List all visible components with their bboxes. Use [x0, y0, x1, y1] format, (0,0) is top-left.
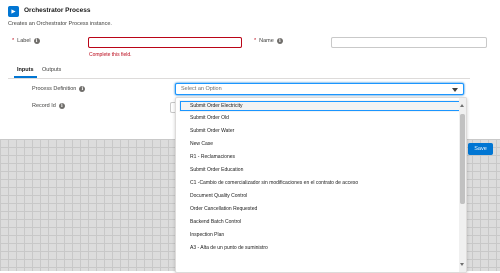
tab-inputs[interactable]: Inputs — [14, 67, 37, 78]
dropdown-option[interactable]: Submit Order Education — [176, 164, 466, 177]
info-icon[interactable]: i — [79, 86, 86, 92]
scroll-down-icon[interactable] — [460, 263, 464, 266]
dropdown-option[interactable]: C1 -Cambio de comercializador sin modifi… — [176, 177, 466, 190]
save-button[interactable]: Save — [468, 143, 493, 155]
select-placeholder: Select an Option — [181, 86, 222, 92]
scroll-up-icon[interactable] — [460, 104, 464, 107]
dropdown-option[interactable]: Backend Batch Control — [176, 216, 466, 229]
tab-bar: Inputs Outputs — [8, 66, 470, 79]
process-definition-dropdown: Submit Order Electricity Submit Order Ol… — [175, 97, 467, 273]
label-field-text: Label — [17, 38, 31, 44]
info-icon[interactable]: i — [58, 103, 65, 109]
dropdown-option[interactable]: A3 - Alta de un punto de suministro — [176, 242, 466, 255]
dropdown-option[interactable]: Submit Order Water — [176, 125, 466, 138]
name-field-label: * Name i — [254, 38, 283, 44]
name-input[interactable] — [331, 37, 487, 48]
dropdown-option[interactable]: Submit Order Old — [176, 112, 466, 125]
dropdown-option[interactable]: Inspection Plan — [176, 229, 466, 242]
chevron-down-icon — [452, 88, 458, 92]
label-error-message: Complete this field. — [89, 52, 132, 58]
info-icon[interactable]: i — [33, 38, 40, 44]
dropdown-option[interactable]: Submit Order Electricity — [179, 100, 463, 112]
panel-subtitle: Creates an Orchestrator Process instance… — [8, 21, 112, 27]
dropdown-scrollbar[interactable] — [459, 98, 466, 272]
tab-outputs[interactable]: Outputs — [39, 67, 64, 78]
dropdown-option[interactable]: New Case — [176, 138, 466, 151]
orchestrator-icon — [8, 6, 19, 17]
required-mark: * — [254, 38, 257, 44]
label-field-label: * Label i — [12, 38, 40, 44]
info-icon[interactable]: i — [276, 38, 283, 44]
dropdown-option[interactable]: R1 - Reclamaciones — [176, 151, 466, 164]
process-definition-text: Process Definition — [32, 86, 77, 92]
dropdown-option[interactable]: Order Cancellation Requested — [176, 203, 466, 216]
record-id-text: Record Id — [32, 103, 56, 109]
process-definition-select[interactable]: Select an Option — [175, 83, 464, 95]
label-input[interactable] — [88, 37, 242, 48]
panel-title: Orchestrator Process — [24, 7, 91, 14]
process-definition-label: Process Definition i — [32, 86, 86, 92]
dropdown-option[interactable]: Document Quality Control — [176, 190, 466, 203]
scrollbar-thumb[interactable] — [460, 114, 465, 204]
name-field-text: Name — [259, 38, 274, 44]
record-id-label: Record Id i — [32, 103, 65, 109]
required-mark: * — [12, 38, 15, 44]
